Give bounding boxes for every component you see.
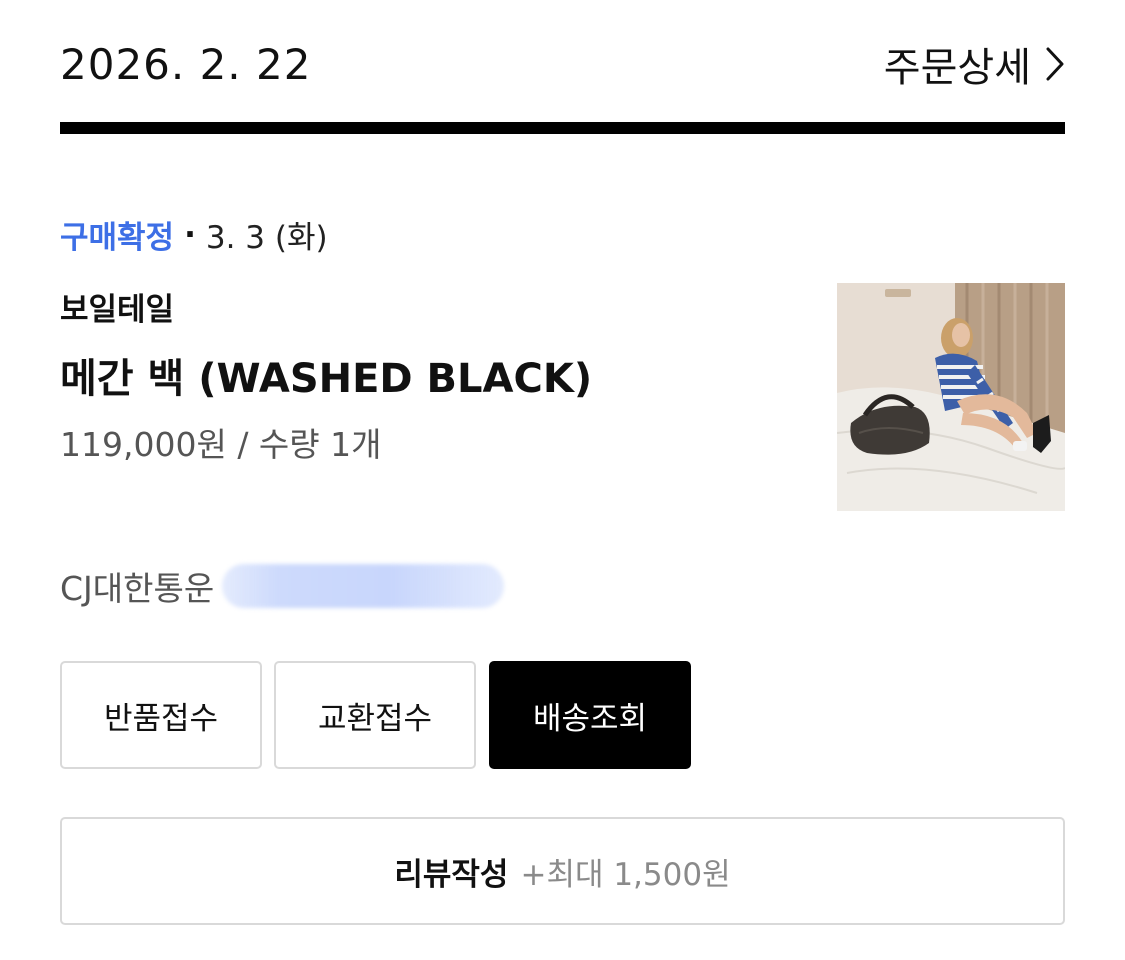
order-status-line: 구매확정 · 3. 3 (화) <box>60 212 328 257</box>
courier-name: CJ대한통운 <box>60 569 215 608</box>
price-quantity: 119,000원 / 수량 1개 <box>60 425 382 464</box>
status-badge: 구매확정 <box>60 220 175 256</box>
header-divider <box>60 122 1065 134</box>
order-date: 2026. 2. 22 <box>60 39 312 89</box>
order-detail-link[interactable]: 주문상세 <box>884 35 1065 93</box>
review-label: 리뷰작성 <box>394 856 509 893</box>
chevron-right-icon <box>1045 46 1065 82</box>
order-detail-label: 주문상세 <box>883 45 1031 91</box>
status-date: 3. 3 (화) <box>205 220 328 256</box>
product-image[interactable] <box>837 283 1065 511</box>
return-request-button[interactable]: 반품접수 <box>60 661 262 769</box>
delivery-tracking-button[interactable]: 배송조회 <box>489 661 691 769</box>
tracking-number-redacted <box>222 564 505 608</box>
write-review-button[interactable]: 리뷰작성 +최대 1,500원 <box>60 817 1065 925</box>
product-name[interactable]: 메간 백 (WASHED BLACK) <box>60 346 592 404</box>
review-reward: +최대 1,500원 <box>520 856 731 893</box>
exchange-request-button[interactable]: 교환접수 <box>274 661 476 769</box>
delivery-info: CJ대한통운 <box>60 562 505 610</box>
brand-name[interactable]: 보일테일 <box>60 284 174 329</box>
status-separator: · <box>184 216 196 253</box>
order-header: 2026. 2. 22 주문상세 <box>60 28 1065 100</box>
